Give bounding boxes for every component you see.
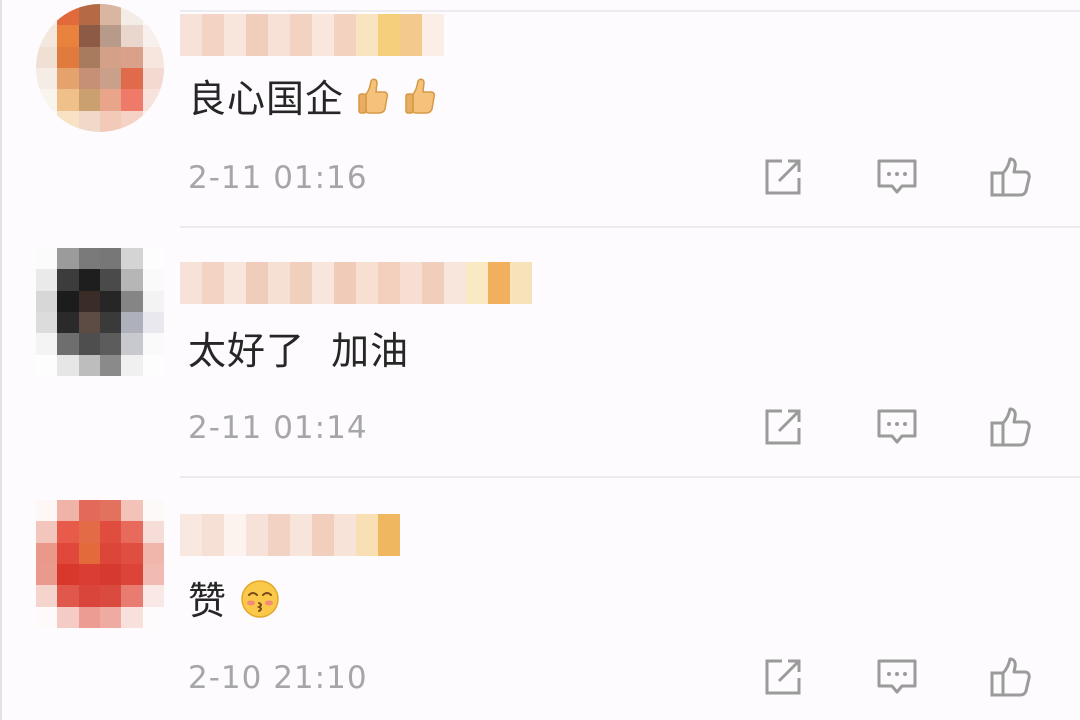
kissing-face-emoji <box>240 579 280 629</box>
username-blurred[interactable] <box>180 514 400 556</box>
comment-time: 2-11 01:14 <box>188 410 368 446</box>
comment-icon[interactable] <box>874 404 920 450</box>
username-blurred[interactable] <box>180 262 532 304</box>
comment-icon[interactable] <box>874 654 920 700</box>
like-icon[interactable] <box>988 404 1034 450</box>
comment-time: 2-10 21:10 <box>188 660 368 696</box>
comment-divider <box>180 476 1080 478</box>
comment-text: 赞 <box>188 578 280 629</box>
repost-icon[interactable] <box>760 654 806 700</box>
repost-icon[interactable] <box>760 404 806 450</box>
comment-text: 太好了 加油 <box>188 329 410 373</box>
avatar[interactable] <box>36 500 164 628</box>
like-icon[interactable] <box>988 654 1034 700</box>
comment-item: 赞 2-10 21:10 <box>0 0 1080 697</box>
avatar[interactable] <box>36 248 164 376</box>
